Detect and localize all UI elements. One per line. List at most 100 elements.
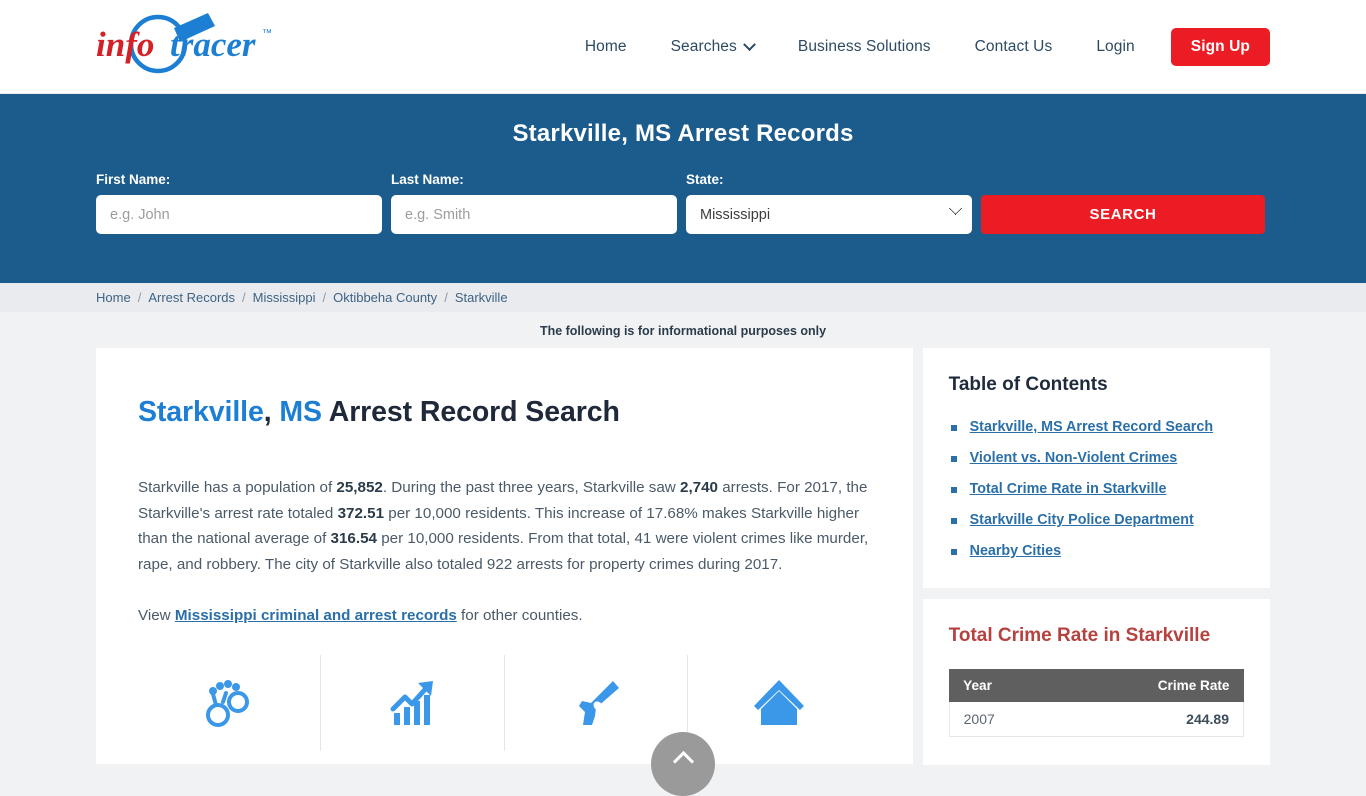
list-item[interactable]: Total Crime Rate in Starkville [949,480,1244,498]
bullet-icon [950,518,957,524]
chevron-down-icon [743,37,756,51]
first-name-label: First Name: [96,172,171,187]
national-average-value: 316.54 [330,530,377,547]
logo-graphic: info tracer ™ [96,13,272,74]
breadcrumb-separator: / [322,290,327,305]
view-suffix: for other counties. [456,607,583,624]
table-row: 2007 244.89 [948,702,1245,737]
arrests-value: 2,740 [680,479,719,496]
last-name-input[interactable] [391,195,677,234]
article-heading: Starkville, MS Arrest Record Search [138,396,871,429]
breadcrumb-item-starkville: Starkville [454,290,508,305]
nav-contact-us[interactable]: Contact Us [953,38,1075,56]
icon-cell-handcuffs[interactable] [138,654,322,751]
toc-link-nearby-cities[interactable]: Nearby Cities [970,542,1061,560]
bullet-icon [950,549,957,555]
informational-notice: The following is for informational purpo… [539,324,827,338]
breadcrumb-separator: / [242,290,246,305]
main-navigation: Home Searches Business Solutions Contact… [563,0,1270,94]
search-form: First Name: Last Name: State: Mississipp… [96,172,1270,234]
toc-link-total-crime-rate[interactable]: Total Crime Rate in Starkville [970,480,1167,498]
nav-login[interactable]: Login [1074,38,1156,56]
list-item[interactable]: Starkville, MS Arrest Record Search [949,418,1244,436]
heading-rest: Arrest Record Search [321,396,620,428]
breadcrumb: Home / Arrest Records / Mississippi / Ok… [0,283,1366,312]
icon-cell-handgun[interactable] [505,654,689,751]
heading-state: MS [279,396,322,428]
page-title: Starkville, MS Arrest Records [512,120,854,147]
nav-home-label: Home [584,38,627,55]
breadcrumb-separator: / [444,290,448,305]
breadcrumb-item-oktibbeha-county[interactable]: Oktibbeha County [333,290,437,305]
population-value: 25,852 [336,479,383,496]
last-name-field-group: Last Name: [391,172,677,234]
handgun-icon [579,680,620,725]
sign-up-label: Sign Up [1190,38,1250,55]
icon-cell-growth-chart[interactable] [321,654,505,751]
mississippi-records-link[interactable]: Mississippi criminal and arrest records [175,607,457,624]
bullet-icon [950,456,957,462]
heading-comma: , [263,396,280,428]
nav-searches-label: Searches [670,38,737,55]
crime-table-body: 2007 244.89 [948,702,1245,737]
toc-list: Starkville, MS Arrest Record Search Viol… [949,418,1244,560]
breadcrumb-separator: / [137,290,142,305]
state-field-group: State: Mississippi [686,172,972,234]
crime-rate-table: Year Crime Rate 2007 244.89 [948,669,1245,737]
handcuffs-icon [206,679,250,727]
table-header-row: Year Crime Rate [949,669,1244,702]
breadcrumb-item-arrest-records[interactable]: Arrest Records [148,290,235,305]
crime-rate-title: Total Crime Rate in Starkville [948,625,1211,646]
crime-table-head: Year Crime Rate [949,669,1244,702]
nav-business-solutions[interactable]: Business Solutions [776,38,953,56]
content-area: Starkville, MS Arrest Record Search Star… [0,348,1366,776]
total-crime-rate-card: Total Crime Rate in Starkville Year Crim… [922,599,1270,765]
toc-link-violent-vs-nonviolent[interactable]: Violent vs. Non-Violent Crimes [970,449,1178,467]
chevron-up-icon [672,750,694,773]
svg-text:™: ™ [262,28,272,39]
view-records-line: View Mississippi criminal and arrest rec… [138,603,871,629]
state-select[interactable]: Mississippi [686,195,972,234]
sign-up-button[interactable]: Sign Up [1170,28,1270,66]
infotracer-logo[interactable]: info tracer ™ [96,8,276,84]
column-header-crime-rate: Crime Rate [1059,669,1244,702]
growth-chart-icon [390,680,433,725]
nav-home[interactable]: Home [563,38,649,56]
search-button[interactable]: SEARCH [981,195,1265,234]
toc-title: Table of Contents [948,374,1108,395]
svg-text:info: info [96,25,154,64]
toc-link-arrest-record-search[interactable]: Starkville, MS Arrest Record Search [970,418,1213,436]
svg-text:tracer: tracer [170,25,256,64]
column-header-year: Year [949,669,1060,702]
state-label: State: [686,172,724,187]
scroll-to-top-button[interactable] [651,732,715,796]
icon-cell-house[interactable] [688,655,870,751]
nav-login-label: Login [1096,38,1135,55]
bullet-icon [950,425,957,431]
list-item[interactable]: Violent vs. Non-Violent Crimes [949,449,1244,467]
search-button-label: SEARCH [1089,206,1157,223]
last-name-label: Last Name: [391,172,464,187]
nav-contact-us-label: Contact Us [974,38,1053,55]
table-of-contents-card: Table of Contents Starkville, MS Arrest … [922,348,1270,588]
para-s1: Starkville has a population of [138,479,337,496]
heading-city: Starkville [138,396,264,428]
sidebar: Table of Contents Starkville, MS Arrest … [922,348,1270,776]
bullet-icon [950,487,957,493]
toc-link-police-department[interactable]: Starkville City Police Department [970,511,1194,529]
nav-searches[interactable]: Searches [649,37,776,56]
breadcrumb-item-mississippi[interactable]: Mississippi [253,290,316,305]
search-banner: Starkville, MS Arrest Records First Name… [0,94,1366,283]
view-prefix: View [138,607,175,624]
house-icon [754,679,805,725]
list-item[interactable]: Nearby Cities [949,542,1244,560]
list-item[interactable]: Starkville City Police Department [949,511,1244,529]
main-content-card: Starkville, MS Arrest Record Search Star… [96,348,913,764]
first-name-input[interactable] [96,195,382,234]
arrest-rate-value: 372.51 [337,504,385,522]
first-name-field-group: First Name: [96,172,382,234]
category-icon-row [138,654,871,751]
nav-business-solutions-label: Business Solutions [797,38,931,55]
breadcrumb-item-home[interactable]: Home [96,290,131,305]
cell-crime-rate: 244.89 [1059,702,1245,737]
